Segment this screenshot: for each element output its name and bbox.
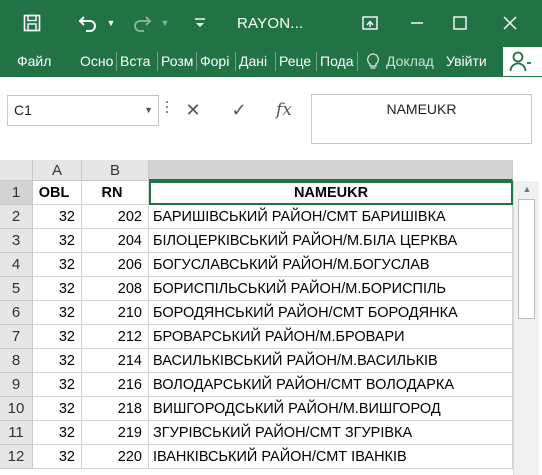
row-header[interactable]: 5 (0, 277, 33, 301)
row-header[interactable]: 6 (0, 301, 33, 325)
enter-check-icon[interactable]: ✓ (226, 95, 252, 126)
tab-separator (235, 52, 236, 71)
undo-icon[interactable] (74, 8, 102, 38)
cell-rn[interactable]: 206 (82, 253, 149, 277)
cell-rn[interactable]: 202 (82, 205, 149, 229)
ribbon-display-options-icon[interactable] (356, 8, 384, 38)
redo-dropdown-icon[interactable]: ▼ (158, 8, 172, 38)
sign-in-link[interactable]: Увійти (446, 46, 496, 77)
formula-input[interactable]: NAMEUKR (311, 94, 532, 144)
cell-nameukr[interactable]: ІВАНКІВСЬКИЙ РАЙОН/СМТ ІВАНКІВ (149, 445, 513, 469)
cell-nameukr[interactable]: ВОЛОДАРСЬКИЙ РАЙОН/СМТ ВОЛОДАРКА (149, 373, 513, 397)
row-header[interactable]: 7 (0, 325, 33, 349)
row-header[interactable]: 8 (0, 349, 33, 373)
cell-rn[interactable]: 214 (82, 349, 149, 373)
cell-obl[interactable]: 32 (33, 445, 82, 469)
row-header[interactable]: 1 (0, 181, 33, 205)
maximize-icon[interactable] (446, 8, 474, 38)
minimize-icon[interactable] (403, 8, 431, 38)
cell-obl[interactable]: 32 (33, 229, 82, 253)
tab-data[interactable]: Дані (239, 46, 273, 77)
name-box[interactable]: C1 ▼ (7, 95, 159, 126)
window-title: RAYON... (237, 15, 304, 32)
tab-formulas[interactable]: Форі (200, 46, 232, 77)
scroll-up-icon[interactable]: ▲ (518, 181, 536, 197)
cell-obl[interactable]: 32 (33, 277, 82, 301)
row-header[interactable]: 12 (0, 445, 33, 469)
cell-obl[interactable]: OBL (33, 181, 82, 205)
tab-separator (116, 52, 117, 71)
close-icon[interactable] (496, 8, 524, 38)
cell-obl[interactable]: 32 (33, 301, 82, 325)
cell-nameukr[interactable]: БІЛОЦЕРКІВСЬКИЙ РАЙОН/М.БІЛА ЦЕРКВА (149, 229, 513, 253)
cell-nameukr[interactable]: БОРОДЯНСЬКИЙ РАЙОН/СМТ БОРОДЯНКА (149, 301, 513, 325)
tab-separator (357, 52, 358, 71)
cell-rn[interactable]: 212 (82, 325, 149, 349)
column-header-b[interactable]: B (82, 160, 149, 181)
name-box-value: C1 (14, 102, 32, 118)
row-header[interactable]: 4 (0, 253, 33, 277)
cell-rn[interactable]: 218 (82, 397, 149, 421)
tab-insert[interactable]: Вста (120, 46, 154, 77)
cell-obl[interactable]: 32 (33, 421, 82, 445)
save-icon[interactable] (18, 8, 46, 38)
tab-separator (196, 52, 197, 71)
tab-separator (157, 52, 158, 71)
spreadsheet-grid: A B 1 OBL RN NAMEUKR 2 32 202 БАРИШІВСЬКИЙ РАЙО… (0, 160, 542, 475)
cell-nameukr[interactable]: ВАСИЛЬКІВСЬКИЙ РАЙОН/М.ВАСИЛЬКІВ (149, 349, 513, 373)
cell-nameukr[interactable]: ВИШГОРОДСЬКИЙ РАЙОН/М.ВИШГОРОД (149, 397, 513, 421)
tab-view[interactable]: Пода (320, 46, 354, 77)
tab-home[interactable]: Осно (80, 46, 114, 77)
vertical-scrollbar[interactable]: ▲ (513, 181, 539, 475)
row-header[interactable]: 9 (0, 373, 33, 397)
cell-rn[interactable]: 220 (82, 445, 149, 469)
lightbulb-icon[interactable] (366, 46, 382, 77)
cell-rn[interactable]: 208 (82, 277, 149, 301)
cell-rn[interactable]: 204 (82, 229, 149, 253)
scrollbar-thumb[interactable] (518, 199, 535, 319)
cell-obl[interactable]: 32 (33, 373, 82, 397)
chevron-down-icon[interactable]: ▼ (144, 96, 153, 125)
tab-review[interactable]: Реце (279, 46, 313, 77)
cell-obl[interactable]: 32 (33, 349, 82, 373)
formula-bar-area: C1 ▼ ✕ ✓ fx NAMEUKR (0, 77, 542, 160)
tab-file[interactable]: Файл (17, 46, 57, 77)
cell-obl[interactable]: 32 (33, 325, 82, 349)
select-all-corner[interactable] (0, 160, 33, 181)
column-header-c[interactable] (149, 160, 513, 181)
cell-obl[interactable]: 32 (33, 397, 82, 421)
ribbon-tabs: Файл Осно Вста Розм Форі Дані Реце Пода … (0, 46, 542, 77)
undo-dropdown-icon[interactable]: ▼ (104, 8, 118, 38)
tab-page-layout[interactable]: Розм (161, 46, 195, 77)
title-bar: ▼ ▼ RAYON... (0, 0, 542, 46)
resize-handle-icon[interactable] (165, 101, 169, 117)
tab-separator (316, 52, 317, 71)
cell-obl[interactable]: 32 (33, 253, 82, 277)
cell-nameukr[interactable]: ЗГУРІВСЬКИЙ РАЙОН/СМТ ЗГУРІВКА (149, 421, 513, 445)
cell-rn[interactable]: RN (82, 181, 149, 205)
tab-separator (275, 52, 276, 71)
row-header[interactable]: 3 (0, 229, 33, 253)
tell-me-search[interactable]: Доклад (386, 46, 438, 77)
cell-rn[interactable]: 216 (82, 373, 149, 397)
active-cell-c1[interactable]: NAMEUKR (149, 181, 513, 205)
cell-nameukr[interactable]: БОГУСЛАВСЬКИЙ РАЙОН/М.БОГУСЛАВ (149, 253, 513, 277)
cell-obl[interactable]: 32 (33, 205, 82, 229)
cell-rn[interactable]: 219 (82, 421, 149, 445)
cancel-icon[interactable]: ✕ (180, 95, 206, 126)
row-header[interactable]: 11 (0, 421, 33, 445)
cell-nameukr[interactable]: БРОВАРСЬКИЙ РАЙОН/М.БРОВАРИ (149, 325, 513, 349)
column-header-a[interactable]: A (33, 160, 82, 181)
customize-qat-icon[interactable] (188, 8, 212, 38)
insert-function-icon[interactable]: fx (270, 95, 298, 126)
row-header[interactable]: 2 (0, 205, 33, 229)
share-button[interactable] (503, 47, 542, 76)
redo-icon[interactable] (128, 8, 156, 38)
cell-rn[interactable]: 210 (82, 301, 149, 325)
row-header[interactable]: 10 (0, 397, 33, 421)
cell-nameukr[interactable]: БОРИСПІЛЬСЬКИЙ РАЙОН/М.БОРИСПІЛЬ (149, 277, 513, 301)
cell-nameukr[interactable]: БАРИШІВСЬКИЙ РАЙОН/СМТ БАРИШІВКА (149, 205, 513, 229)
